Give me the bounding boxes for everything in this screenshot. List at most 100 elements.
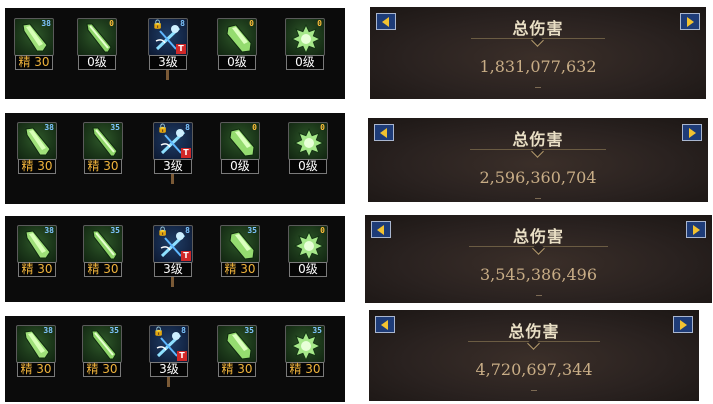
slash-skill-icon[interactable]: 0: [217, 18, 257, 56]
total-damage-panel: 总伤害 1,831,077,632: [370, 7, 706, 99]
dash-mark: [531, 390, 537, 391]
skill-slot[interactable]: 0 0级: [217, 18, 257, 71]
skill-point-count: 38: [41, 19, 51, 28]
skill-level-label: 0级: [289, 262, 327, 277]
skill-point-count: 35: [109, 326, 119, 335]
skill-level-label: 0级: [78, 55, 116, 70]
skill-point-count: 35: [110, 226, 120, 235]
skill-slot[interactable]: 35 精 30: [82, 325, 122, 378]
skill-slot[interactable]: 35 精 30: [285, 325, 325, 378]
skill-point-count: 0: [320, 123, 325, 132]
skill-level-label: 精 30: [84, 159, 122, 174]
skill-level-label: 精 30: [17, 362, 55, 377]
slash-skill-icon[interactable]: 35: [217, 325, 257, 363]
skill-bar: 38 精 30 35 精 30 8 🔒 T 3级 35 精 30 35 精 30: [5, 316, 345, 402]
skill-slot[interactable]: 0 0级: [285, 18, 325, 71]
skill-slot[interactable]: 0 0级: [288, 225, 328, 278]
total-damage-value: 4,720,697,344: [475, 360, 593, 379]
skill-slot[interactable]: 38 精 30: [16, 325, 56, 378]
locked-tech-skill-icon[interactable]: 8 🔒 T: [153, 225, 193, 263]
blade-skill-icon[interactable]: 38: [17, 225, 57, 263]
skill-slot[interactable]: 38 精 30: [17, 225, 57, 278]
total-damage-value: 3,545,386,496: [479, 265, 598, 284]
slash-skill-icon[interactable]: 35: [220, 225, 260, 263]
skill-slot[interactable]: 8 🔒 T 3级: [153, 122, 193, 184]
burst-skill-icon[interactable]: 0: [288, 122, 328, 160]
skill-point-count: 0: [320, 226, 325, 235]
skill-slot[interactable]: 0 0级: [220, 122, 260, 175]
skill-slot[interactable]: 0 0级: [77, 18, 117, 71]
skill-bar: 38 精 30 0 0级 8 🔒 T 3级 0 0级 0 0级: [5, 8, 345, 99]
skill-slot[interactable]: 35 精 30: [220, 225, 260, 278]
tech-tag-badge: T: [181, 251, 191, 261]
dash-mark: [535, 198, 541, 199]
skill-point-count: 0: [249, 19, 254, 28]
lock-icon: 🔒: [157, 124, 169, 134]
total-damage-value: 1,831,077,632: [479, 57, 597, 76]
connector-stick: [166, 70, 169, 80]
burst-skill-icon[interactable]: 35: [285, 325, 325, 363]
skill-point-count: 8: [180, 19, 185, 28]
skill-bar: 38 精 30 35 精 30 8 🔒 T 3级 0 0级 0 0级: [5, 113, 345, 204]
sword-skill-icon[interactable]: 35: [82, 325, 122, 363]
skill-level-label: 0级: [218, 55, 256, 70]
burst-skill-icon[interactable]: 0: [285, 18, 325, 56]
skill-level-label: 精 30: [221, 262, 259, 277]
connector-stick: [171, 277, 174, 287]
skill-bar: 38 精 30 35 精 30 8 🔒 T 3级 35 精 30 0 0级: [5, 216, 345, 302]
skill-level-label: 3级: [154, 159, 192, 174]
locked-tech-skill-icon[interactable]: 8 🔒 T: [148, 18, 188, 56]
skill-level-label: 0级: [289, 159, 327, 174]
total-damage-panel: 总伤害 4,720,697,344: [369, 310, 699, 401]
skill-point-count: 38: [43, 326, 53, 335]
skill-point-count: 8: [181, 326, 186, 335]
skill-point-count: 35: [247, 226, 257, 235]
blade-skill-icon[interactable]: 38: [14, 18, 54, 56]
skill-level-label: 精 30: [84, 262, 122, 277]
tech-tag-badge: T: [176, 44, 186, 54]
blade-skill-icon[interactable]: 38: [16, 325, 56, 363]
skill-point-count: 0: [252, 123, 257, 132]
burst-skill-icon[interactable]: 0: [288, 225, 328, 263]
skill-slot[interactable]: 35 精 30: [83, 122, 123, 175]
slash-skill-icon[interactable]: 0: [220, 122, 260, 160]
skill-point-count: 38: [44, 226, 54, 235]
skill-point-count: 35: [244, 326, 254, 335]
skill-slot[interactable]: 35 精 30: [83, 225, 123, 278]
blade-skill-icon[interactable]: 38: [17, 122, 57, 160]
dash-mark: [535, 295, 542, 296]
skill-point-count: 0: [109, 19, 114, 28]
lock-icon: 🔒: [152, 20, 164, 30]
skill-point-count: 8: [185, 123, 190, 132]
skill-level-label: 3级: [150, 362, 188, 377]
skill-slot[interactable]: 8 🔒 T 3级: [153, 225, 193, 287]
skill-slot[interactable]: 8 🔒 T 3级: [148, 18, 188, 80]
skill-slot[interactable]: 35 精 30: [217, 325, 257, 378]
dash-mark: [535, 87, 541, 88]
lock-icon: 🔒: [157, 227, 169, 237]
connector-stick: [167, 377, 170, 387]
total-damage-panel: 总伤害 2,596,360,704: [368, 118, 708, 202]
lock-icon: 🔒: [153, 327, 165, 337]
skill-slot[interactable]: 38 精 30: [14, 18, 54, 71]
skill-point-count: 0: [317, 19, 322, 28]
skill-slot[interactable]: 0 0级: [288, 122, 328, 175]
sword-skill-icon[interactable]: 35: [83, 225, 123, 263]
sword-skill-icon[interactable]: 35: [83, 122, 123, 160]
skill-slot[interactable]: 8 🔒 T 3级: [149, 325, 189, 387]
total-damage-panel: 总伤害 3,545,386,496: [365, 215, 712, 303]
skill-level-label: 3级: [149, 55, 187, 70]
sword-skill-icon[interactable]: 0: [77, 18, 117, 56]
total-damage-value: 2,596,360,704: [479, 168, 597, 187]
skill-level-label: 3级: [154, 262, 192, 277]
tech-tag-badge: T: [181, 148, 191, 158]
locked-tech-skill-icon[interactable]: 8 🔒 T: [149, 325, 189, 363]
skill-level-label: 精 30: [218, 362, 256, 377]
skill-slot[interactable]: 38 精 30: [17, 122, 57, 175]
locked-tech-skill-icon[interactable]: 8 🔒 T: [153, 122, 193, 160]
skill-level-label: 0级: [221, 159, 259, 174]
connector-stick: [171, 174, 174, 184]
skill-point-count: 35: [312, 326, 322, 335]
skill-point-count: 38: [44, 123, 54, 132]
skill-level-label: 0级: [286, 55, 324, 70]
